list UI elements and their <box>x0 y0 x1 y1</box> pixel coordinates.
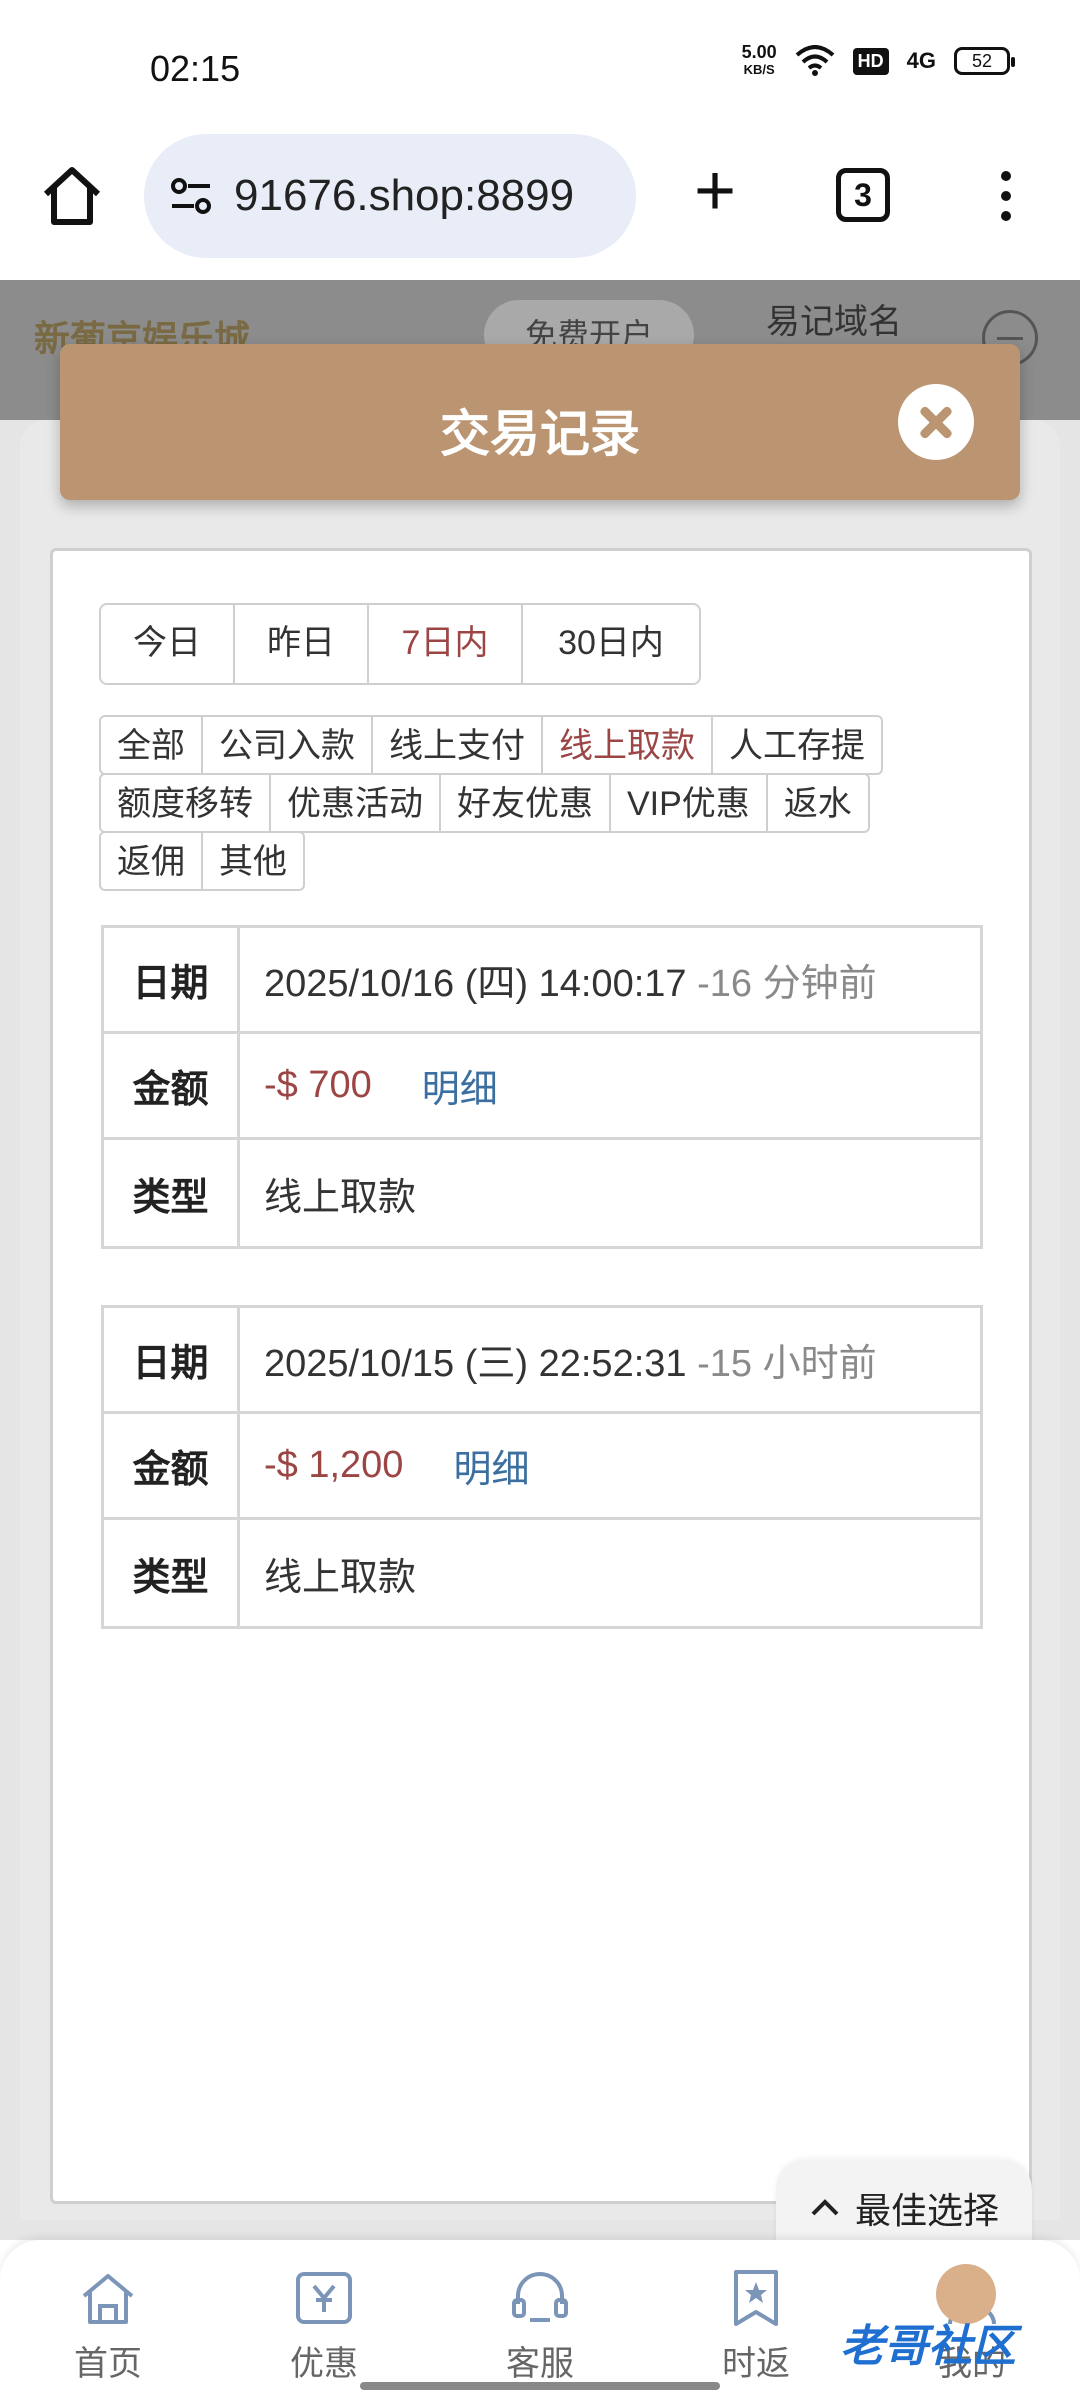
nav-home[interactable]: 首页 <box>0 2240 216 2400</box>
record-type-row: 类型 线上取款 <box>104 1140 980 1246</box>
amount-label: 金额 <box>104 1034 240 1137</box>
amount-value: -$ 1,200 <box>264 1444 404 1486</box>
amount-label: 金额 <box>104 1414 240 1517</box>
type-label: 类型 <box>104 1140 240 1246</box>
filter-online-withdrawal[interactable]: 线上取款 <box>541 715 713 775</box>
filter-promotions[interactable]: 优惠活动 <box>269 773 441 833</box>
nav-rebate[interactable]: 时返 <box>648 2240 864 2400</box>
bookmark-star-icon <box>734 2270 778 2326</box>
date-range-group: 今日 昨日 7日内 30日内 <box>99 603 701 685</box>
record-date: 2025/10/16 (四) 14:00:17 -16 分钟前 <box>240 928 980 1031</box>
speed-unit: KB/S <box>743 62 775 77</box>
home-icon[interactable] <box>36 160 108 232</box>
filter-online-payment[interactable]: 线上支付 <box>371 715 543 775</box>
nav-label: 优惠 <box>290 2345 358 2383</box>
filter-row: 额度移转 优惠活动 好友优惠 VIP优惠 返水 <box>99 773 959 833</box>
new-tab-button[interactable]: + <box>680 155 750 230</box>
filter-company-deposit[interactable]: 公司入款 <box>201 715 373 775</box>
nav-label: 客服 <box>506 2345 574 2383</box>
signal-icon: 4G <box>906 48 936 73</box>
home-icon <box>82 2274 134 2324</box>
record-card: 日期 2025/10/16 (四) 14:00:17 -16 分钟前 金额 -$… <box>101 925 983 1249</box>
time-ago: -15 小时前 <box>697 1343 877 1385</box>
record-amount-row: 金额 -$ 700 明细 <box>104 1034 980 1140</box>
easy-domain-link[interactable]: 易记域名 <box>766 294 902 343</box>
detail-link[interactable]: 明细 <box>453 1438 529 1493</box>
status-bar: 02:15 5.00 KB/S HD 4G 52 <box>0 0 1080 130</box>
browser-toolbar: 91676.shop:8899 + 3 <box>0 130 1080 280</box>
record-type-row: 类型 线上取款 <box>104 1520 980 1626</box>
filter-friend-bonus[interactable]: 好友优惠 <box>439 773 611 833</box>
filter-rebate[interactable]: 返水 <box>765 773 870 833</box>
url-text[interactable]: 91676.shop:8899 <box>234 171 614 221</box>
record-amount: -$ 700 明细 <box>240 1034 980 1137</box>
type-value: 线上取款 <box>264 1556 417 1599</box>
records-panel: 今日 昨日 7日内 30日内 全部 公司入款 线上支付 线上取款 人工存提 额度… <box>50 548 1032 2204</box>
wifi-icon <box>795 45 834 76</box>
filter-transfer[interactable]: 额度移转 <box>99 773 271 833</box>
address-bar[interactable]: 91676.shop:8899 <box>144 134 636 258</box>
filter-other[interactable]: 其他 <box>201 831 305 891</box>
date-label: 日期 <box>104 928 240 1031</box>
filter-row: 全部 公司入款 线上支付 线上取款 人工存提 <box>99 715 959 775</box>
range-yesterday[interactable]: 昨日 <box>235 605 369 683</box>
filter-all[interactable]: 全部 <box>99 715 203 775</box>
best-choice-label: 最佳选择 <box>854 2190 999 2231</box>
type-filter-group: 全部 公司入款 线上支付 线上取款 人工存提 额度移转 优惠活动 好友优惠 VI… <box>99 715 959 891</box>
status-time: 02:15 <box>150 48 241 89</box>
nav-support[interactable]: 客服 <box>432 2240 648 2400</box>
detail-link[interactable]: 明细 <box>422 1058 498 1113</box>
nav-label: 首页 <box>74 2345 142 2383</box>
filter-manual[interactable]: 人工存提 <box>711 715 883 775</box>
record-date-row: 日期 2025/10/15 (三) 22:52:31 -15 小时前 <box>104 1308 980 1414</box>
date-value: 2025/10/15 (三) 22:52:31 <box>264 1343 687 1385</box>
chevron-up-icon <box>811 2199 839 2216</box>
type-value: 线上取款 <box>264 1176 417 1219</box>
nav-promotions[interactable]: 优惠 <box>216 2240 432 2400</box>
home-indicator[interactable] <box>360 2382 720 2390</box>
watermark-logo: 老哥社区 <box>840 2322 1016 2371</box>
record-amount: -$ 1,200 明细 <box>240 1414 980 1517</box>
battery-icon: 52 <box>954 47 1015 75</box>
more-menu-icon[interactable] <box>990 166 1022 226</box>
status-icons: 5.00 KB/S HD 4G 52 <box>741 42 1015 78</box>
modal-title: 交易记录 <box>440 406 640 462</box>
battery-level: 52 <box>971 50 993 71</box>
range-today[interactable]: 今日 <box>101 605 235 683</box>
hd-badge: HD <box>852 47 889 75</box>
tab-switcher-button[interactable]: 3 <box>836 168 890 222</box>
time-ago: -16 分钟前 <box>697 963 877 1005</box>
site-settings-icon[interactable] <box>166 171 216 221</box>
date-label: 日期 <box>104 1308 240 1411</box>
amount-value: -$ 700 <box>264 1064 372 1106</box>
close-icon[interactable] <box>898 384 974 460</box>
record-amount-row: 金额 -$ 1,200 明细 <box>104 1414 980 1520</box>
record-date-row: 日期 2025/10/16 (四) 14:00:17 -16 分钟前 <box>104 928 980 1034</box>
headset-icon <box>512 2272 568 2322</box>
speed-value: 5.00 <box>741 42 777 62</box>
type-label: 类型 <box>104 1520 240 1626</box>
filter-vip-bonus[interactable]: VIP优惠 <box>609 773 768 833</box>
record-date: 2025/10/15 (三) 22:52:31 -15 小时前 <box>240 1308 980 1411</box>
modal-header: 交易记录 <box>60 344 1020 500</box>
nav-label: 时返 <box>722 2345 790 2383</box>
date-value: 2025/10/16 (四) 14:00:17 <box>264 963 687 1005</box>
network-speed: 5.00 KB/S <box>741 42 777 78</box>
range-30days[interactable]: 30日内 <box>523 605 699 683</box>
coupon-icon <box>296 2272 352 2324</box>
range-7days[interactable]: 7日内 <box>369 605 523 683</box>
filter-row: 返佣 其他 <box>99 831 959 891</box>
record-card: 日期 2025/10/15 (三) 22:52:31 -15 小时前 金额 -$… <box>101 1305 983 1629</box>
filter-commission[interactable]: 返佣 <box>99 831 203 891</box>
